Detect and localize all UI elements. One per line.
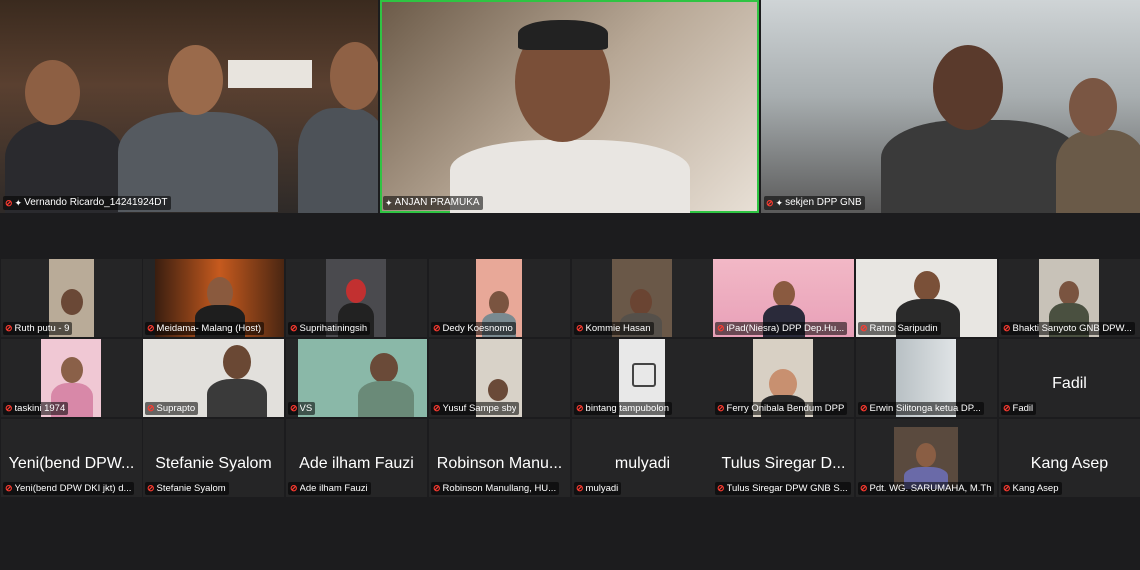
participant-name-label: ⊘ Kommie Hasan (574, 322, 654, 335)
participant-tile[interactable]: Tulus Siregar D... ⊘ Tulus Siregar DPW GN… (713, 419, 854, 497)
participant-display-name: Kang Asep (1030, 455, 1109, 472)
participant-tile[interactable]: ⊘ Ferry Onibala Bendum DPP (713, 339, 854, 417)
participant-name-label: ⊘ VS (288, 402, 316, 415)
mic-muted-icon: ⊘ (1003, 323, 1011, 333)
participant-tile[interactable]: ⊘ Bhakti Sanyoto GNB DPW... (999, 259, 1140, 337)
participant-display-name: Tulus Siregar D... (721, 455, 846, 472)
participant-tile[interactable]: mulyadi ⊘ mulyadi (572, 419, 713, 497)
mic-muted-icon: ⊘ (5, 198, 13, 208)
participant-name-label: ⊘ Kang Asep (1001, 482, 1062, 495)
mic-muted-icon: ⊘ (433, 403, 441, 413)
mic-muted-icon: ⊘ (717, 403, 725, 413)
mic-muted-icon: ⊘ (147, 483, 155, 493)
participant-tile[interactable]: ⊘ Suprihatiningsih (286, 259, 427, 337)
participant-tile[interactable]: ⊘ Yusuf Sampe sby (429, 339, 570, 417)
participant-tile[interactable]: Robinson Manu... ⊘ Robinson Manullang, HU… (429, 419, 570, 497)
participant-name-label: ⊘ ✦ sekjen DPP GNB (764, 196, 865, 210)
participant-name-label: ⊘ Dedy Koesnomo (431, 322, 516, 335)
participant-tile[interactable]: ⊘ Ratno Saripudin (856, 259, 997, 337)
mic-muted-icon: ⊘ (290, 483, 298, 493)
mic-muted-icon: ⊘ (5, 483, 13, 493)
participant-tile[interactable]: Kang Asep ⊘ Kang Asep (999, 419, 1140, 497)
mic-muted-icon: ⊘ (860, 323, 868, 333)
participant-name-label: ⊘ Stefanie Syalom (145, 482, 229, 495)
participant-name-label: ⊘ Yeni(bend DPW DKI jkt) d... (3, 482, 135, 495)
pin-icon: ✦ (14, 198, 23, 208)
participant-name-label: ⊘ Ferry Onibala Bendum DPP (715, 402, 848, 415)
participant-name-label: ⊘ Robinson Manullang, HU... (431, 482, 560, 495)
speaker-tile-1[interactable]: ⊘ ✦ Vernando Ricardo_14241924DT (0, 0, 378, 213)
participant-tile[interactable]: Yeni(bend DPW... ⊘ Yeni(bend DPW DKI jkt)… (1, 419, 142, 497)
mic-muted-icon: ⊘ (1003, 483, 1011, 493)
participant-tile[interactable]: Fadil ⊘ Fadil (999, 339, 1140, 417)
participant-video (894, 427, 958, 489)
pin-icon: ✦ (385, 198, 393, 208)
participant-tile[interactable]: ⊘ taskini 1974 (1, 339, 142, 417)
mic-muted-icon: ⊘ (1003, 403, 1011, 413)
participant-name-label: ⊘ bintang tampubolon (574, 402, 673, 415)
participant-name-label: ⊘ Erwin Silitonga ketua DP... (858, 402, 984, 415)
participant-display-name: Stefanie Syalom (155, 455, 272, 472)
participant-video (298, 339, 427, 417)
participant-name-label: ⊘ Meidama- Malang (Host) (145, 322, 265, 335)
participant-tile[interactable]: ⊘ bintang tampubolon (572, 339, 713, 417)
participant-display-name: mulyadi (614, 455, 671, 472)
participant-display-name: Fadil (1052, 375, 1087, 392)
participant-display-name: Robinson Manu... (436, 455, 563, 472)
participant-name-label: ⊘ Bhakti Sanyoto GNB DPW... (1001, 322, 1135, 335)
participant-tile[interactable]: ⊘ VS (286, 339, 427, 417)
participant-tile[interactable]: ⊘ Ruth putu - 9 (1, 259, 142, 337)
speaker-tile-3[interactable]: ⊘ ✦ sekjen DPP GNB (761, 0, 1140, 213)
participant-name-label: ⊘ taskini 1974 (3, 402, 69, 415)
participant-name-label: ⊘ Suprapto (145, 402, 199, 415)
participant-name-label: ⊘ Yusuf Sampe sby (431, 402, 520, 415)
speaker-tile-2[interactable]: ✦ ANJAN PRAMUKA (380, 0, 759, 213)
pin-icon: ✦ (775, 198, 784, 208)
mic-muted-icon: ⊘ (576, 403, 584, 413)
participant-tile[interactable]: ⊘ Pdt. WG. SARUMAHA, M.Th (856, 419, 997, 497)
participant-name-label: ⊘ Tulus Siregar DPW GNB S... (715, 482, 851, 495)
participant-name-label: ⊘ mulyadi (574, 482, 622, 495)
mic-muted-icon: ⊘ (766, 198, 774, 208)
mic-muted-icon: ⊘ (5, 403, 13, 413)
mic-muted-icon: ⊘ (860, 483, 868, 493)
participant-name-label: ⊘ ✦ Vernando Ricardo_14241924DT (3, 196, 171, 210)
participant-name-label: ⊘ Pdt. WG. SARUMAHA, M.Th (858, 482, 995, 495)
participant-name-label: ✦ ANJAN PRAMUKA (383, 196, 483, 210)
participant-name-label: ⊘ iPad(Niesra) DPP Dep.Hu... (715, 322, 848, 335)
mic-muted-icon: ⊘ (717, 483, 725, 493)
participant-display-name: Yeni(bend DPW... (8, 455, 135, 472)
participant-name-label: ⊘ Ade ilham Fauzi (288, 482, 371, 495)
mic-muted-icon: ⊘ (576, 323, 584, 333)
participant-tile[interactable]: ⊘ Erwin Silitonga ketua DP... (856, 339, 997, 417)
participant-tile[interactable]: ⊘ Dedy Koesnomo (429, 259, 570, 337)
mic-muted-icon: ⊘ (147, 403, 155, 413)
participant-display-name: Ade ilham Fauzi (299, 455, 414, 472)
mic-muted-icon: ⊘ (717, 323, 725, 333)
participant-tile[interactable]: ⊘ Suprapto (143, 339, 284, 417)
mic-muted-icon: ⊘ (433, 323, 441, 333)
mic-muted-icon: ⊘ (290, 323, 298, 333)
participant-tile[interactable]: ⊘ Meidama- Malang (Host) (143, 259, 284, 337)
participant-tile[interactable]: ⊘ iPad(Niesra) DPP Dep.Hu... (713, 259, 854, 337)
mic-muted-icon: ⊘ (576, 483, 584, 493)
participant-name-label: ⊘ Ratno Saripudin (858, 322, 941, 335)
mic-muted-icon: ⊘ (433, 483, 441, 493)
mic-muted-icon: ⊘ (860, 403, 868, 413)
mic-muted-icon: ⊘ (5, 323, 13, 333)
mic-muted-icon: ⊘ (290, 403, 298, 413)
mic-muted-icon: ⊘ (147, 323, 155, 333)
participant-tile[interactable]: Stefanie Syalom ⊘ Stefanie Syalom (143, 419, 284, 497)
participant-name-label: ⊘ Suprihatiningsih (288, 322, 371, 335)
participant-name-label: ⊘ Ruth putu - 9 (3, 322, 73, 335)
participant-tile[interactable]: Ade ilham Fauzi ⊘ Ade ilham Fauzi (286, 419, 427, 497)
participant-tile[interactable]: ⊘ Kommie Hasan (572, 259, 713, 337)
participant-name-label: ⊘ Fadil (1001, 402, 1037, 415)
